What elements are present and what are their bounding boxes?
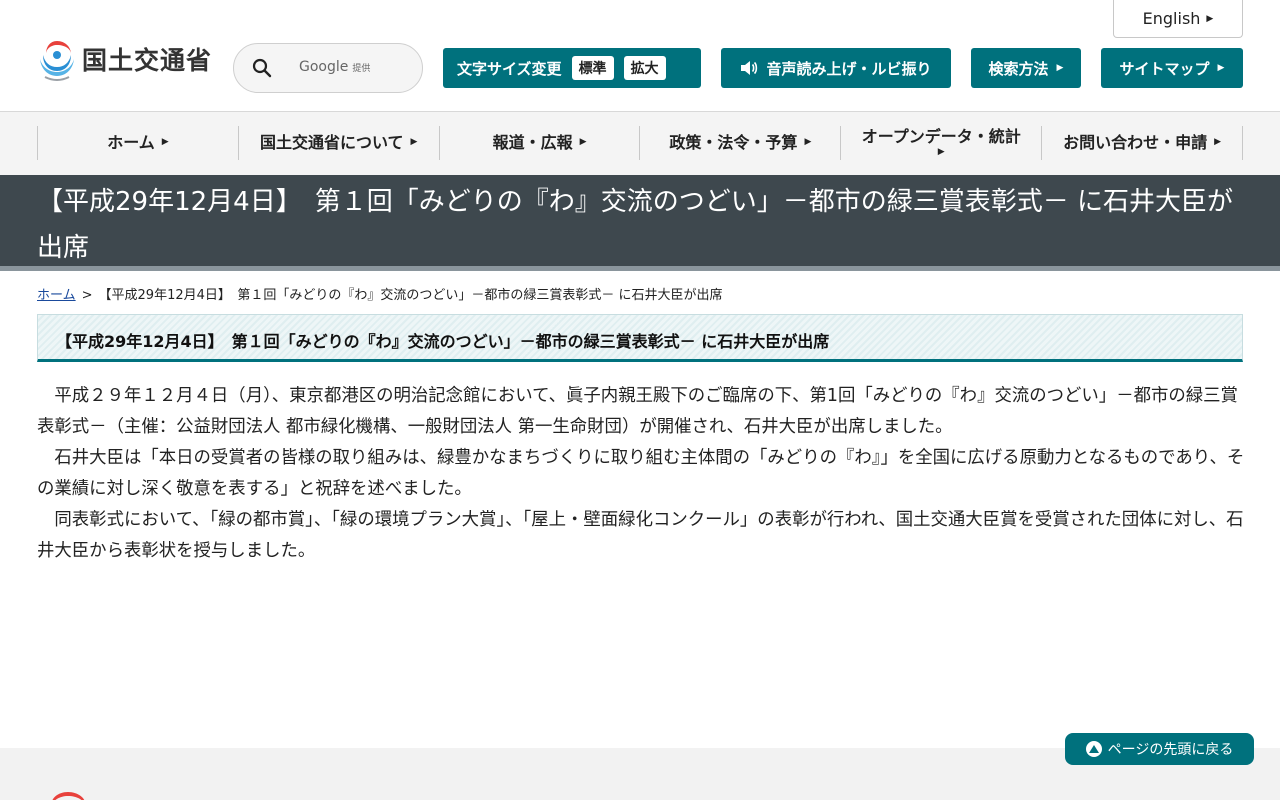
page-title: 【平成29年12月4日】 第１回「みどりの『わ』交流のつどい」－都市の緑三賞表彰… <box>37 187 1233 263</box>
sitemap-button[interactable]: サイトマップ ▶ <box>1101 48 1243 88</box>
voice-reading-label: 音声読み上げ・ルビ振り <box>766 59 932 78</box>
gnav-item-label: 報道・広報 <box>492 133 573 152</box>
triangle-right-icon: ▶ <box>1217 63 1225 73</box>
gnav-item-contact[interactable]: お問い合わせ・申請 ▶ <box>1042 126 1243 160</box>
search-icon[interactable] <box>252 58 272 78</box>
gnav-item-label: ホーム <box>107 133 155 152</box>
article-paragraph: 石井大臣は「本日の受賞者の皆様の取り組みは、緑豊かなまちづくりに取り組む主体間の… <box>37 448 1245 499</box>
page-title-band: 【平成29年12月4日】 第１回「みどりの『わ』交流のつどい」－都市の緑三賞表彰… <box>0 175 1280 271</box>
search-howto-label: 検索方法 <box>988 59 1049 78</box>
triangle-right-icon: ▶ <box>937 147 945 158</box>
article-paragraph: 同表彰式において、「緑の都市賞」、「緑の環境プラン大賞」、「屋上・壁面緑化コンク… <box>37 510 1244 561</box>
footer-logo <box>40 790 96 800</box>
search-box[interactable]: Google 提供 <box>233 43 423 93</box>
article-paragraph: 平成２９年１２月４日（月）、東京都港区の明治記念館において、眞子内親王殿下のご臨… <box>37 386 1238 437</box>
breadcrumb-current: 【平成29年12月4日】 第１回「みどりの『わ』交流のつどい」－都市の緑三賞表彰… <box>98 288 723 303</box>
site-name: 国土交通省 <box>82 46 213 75</box>
gnav-item-opendata[interactable]: オープンデータ・統計 ▶ <box>841 126 1043 160</box>
triangle-right-icon: ▶ <box>804 137 812 148</box>
breadcrumb-home-link[interactable]: ホーム <box>37 288 76 303</box>
font-size-label: 文字サイズ変更 <box>457 59 562 78</box>
site-header: 国土交通省 English ▶ Google 提供 文字サイズ変更 標準 拡大 音… <box>0 0 1280 112</box>
google-provided-label: Google 提供 <box>299 59 370 75</box>
article-heading-box: 【平成29年12月4日】 第１回「みどりの『わ』交流のつどい」－都市の緑三賞表彰… <box>37 314 1243 362</box>
triangle-right-icon: ▶ <box>410 137 418 148</box>
gnav-item-label: 国土交通省について <box>260 133 404 152</box>
back-to-top-label: ページの先頭に戻る <box>1107 742 1234 758</box>
global-nav-list: ホーム ▶ 国土交通省について ▶ 報道・広報 ▶ 政策・法令・予算 ▶ オープンデータ… <box>37 126 1243 160</box>
back-to-top-button[interactable]: ページの先頭に戻る <box>1065 733 1254 765</box>
triangle-right-icon: ▶ <box>579 137 587 148</box>
global-nav: ホーム ▶ 国土交通省について ▶ 報道・広報 ▶ 政策・法令・予算 ▶ オープンデータ… <box>0 112 1280 175</box>
article-heading: 【平成29年12月4日】 第１回「みどりの『わ』交流のつどい」－都市の緑三賞表彰… <box>56 332 830 351</box>
mlit-logo-icon <box>40 41 74 81</box>
gnav-item-label: オープンデータ・統計 <box>861 127 1021 147</box>
gnav-item-label: 政策・法令・予算 <box>669 133 798 152</box>
google-suffix: 提供 <box>352 64 371 74</box>
font-size-standard-button[interactable]: 標準 <box>571 56 614 80</box>
sitemap-label: サイトマップ <box>1119 59 1210 78</box>
mlit-logo-icon <box>52 792 85 800</box>
gnav-item-policy[interactable]: 政策・法令・予算 ▶ <box>640 126 842 160</box>
triangle-right-icon: ▶ <box>161 137 169 148</box>
english-label: English <box>1142 9 1201 28</box>
english-link[interactable]: English ▶ <box>1113 0 1243 38</box>
triangle-right-icon: ▶ <box>1056 63 1064 73</box>
search-howto-button[interactable]: 検索方法 ▶ <box>971 48 1081 88</box>
gnav-item-about[interactable]: 国土交通省について ▶ <box>239 126 440 160</box>
article-body: 平成２９年１２月４日（月）、東京都港区の明治記念館において、眞子内親王殿下のご臨… <box>37 381 1247 567</box>
font-size-large-button[interactable]: 拡大 <box>623 56 666 80</box>
gnav-item-label: お問い合わせ・申請 <box>1063 133 1208 152</box>
arrow-up-icon <box>1085 741 1102 757</box>
breadcrumb-separator: > <box>81 288 93 303</box>
triangle-right-icon: ▶ <box>1214 137 1222 148</box>
site-logo-link[interactable]: 国土交通省 <box>37 37 212 81</box>
gnav-item-press[interactable]: 報道・広報 ▶ <box>440 126 641 160</box>
triangle-right-icon: ▶ <box>1206 13 1214 24</box>
gnav-item-home[interactable]: ホーム ▶ <box>38 126 239 160</box>
speaker-icon <box>741 61 758 75</box>
google-label: Google <box>299 59 349 75</box>
breadcrumb: ホーム > 【平成29年12月4日】 第１回「みどりの『わ』交流のつどい」－都市の緑… <box>37 284 723 303</box>
voice-reading-button[interactable]: 音声読み上げ・ルビ振り <box>721 48 951 88</box>
font-size-control: 文字サイズ変更 標準 拡大 <box>443 48 701 88</box>
